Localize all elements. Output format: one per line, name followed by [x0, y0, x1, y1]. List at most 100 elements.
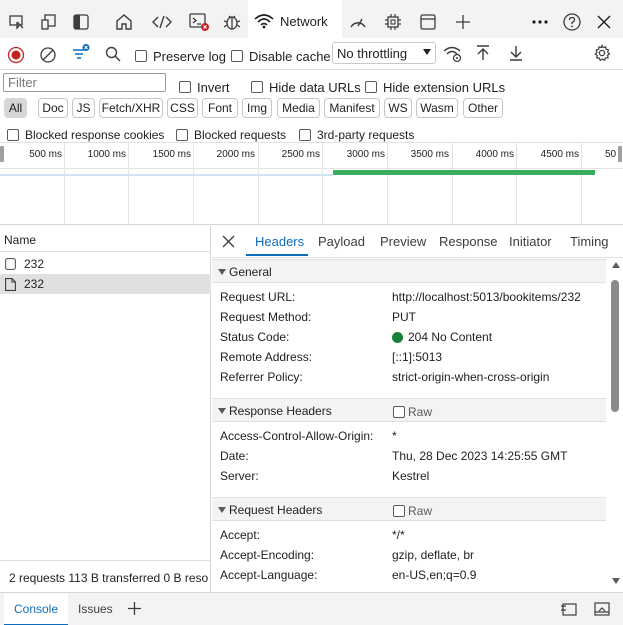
invert-option[interactable]: Invert — [179, 77, 230, 97]
disable-cache-checkbox[interactable] — [231, 50, 243, 62]
tab-payload[interactable]: Payload — [318, 234, 365, 249]
inspect-icon[interactable] — [5, 10, 29, 34]
request-headers-section-header[interactable]: Request Headers Raw — [212, 497, 606, 521]
type-filter-other[interactable]: Other — [463, 98, 503, 118]
blocked-requests-option[interactable]: Blocked requests — [176, 125, 286, 145]
header-key: Access-Control-Allow-Origin: — [220, 429, 374, 443]
type-filter-ws[interactable]: WS — [384, 98, 412, 118]
timeline-tick-label: 500 ms — [29, 149, 62, 160]
network-conditions-icon[interactable] — [443, 44, 463, 64]
more-icon[interactable] — [528, 10, 552, 34]
invert-checkbox[interactable] — [179, 81, 191, 93]
type-filter-media[interactable]: Media — [277, 98, 320, 118]
header-value: strict-origin-when-cross-origin — [392, 370, 550, 384]
third-party-option[interactable]: 3rd-party requests — [299, 125, 414, 145]
timeline-gridline — [387, 143, 388, 225]
help-icon[interactable] — [560, 10, 584, 34]
record-button[interactable] — [7, 45, 25, 65]
toggle-drawer-icon[interactable] — [593, 601, 611, 617]
header-key: Remote Address: — [220, 350, 313, 364]
memory-icon[interactable] — [381, 10, 405, 34]
device-emulation-icon[interactable] — [37, 10, 61, 34]
blocked-cookies-checkbox[interactable] — [7, 129, 19, 141]
request-row[interactable]: 232 — [0, 254, 211, 274]
preserve-log-option[interactable]: Preserve log — [135, 46, 226, 66]
request-raw-checkbox[interactable] — [393, 505, 405, 517]
scrollbar-thumb[interactable] — [611, 280, 619, 412]
type-filter-font[interactable]: Font — [202, 98, 238, 118]
type-filter-fetch-xhr[interactable]: Fetch/XHR — [99, 98, 163, 118]
status-success-icon — [392, 331, 403, 343]
invert-label: Invert — [197, 79, 230, 95]
timeline-tick-label: 1500 ms — [152, 149, 191, 160]
welcome-home-icon[interactable] — [112, 10, 136, 34]
timeline-tick-label: 50 — [605, 149, 617, 160]
network-toolbar: Preserve log Disable cache — [0, 38, 623, 70]
timeline-gridline — [516, 143, 517, 225]
timeline-overview[interactable]: 500 ms 1000 ms 1500 ms 2000 ms 2500 ms 3… — [0, 143, 623, 225]
console-icon[interactable] — [187, 10, 211, 34]
request-raw-option[interactable]: Raw — [393, 504, 432, 518]
search-icon[interactable] — [104, 44, 122, 64]
blocked-cookies-option[interactable]: Blocked response cookies — [7, 125, 164, 145]
response-headers-section-header[interactable]: Response Headers Raw — [212, 398, 606, 422]
type-filter-css[interactable]: CSS — [167, 98, 198, 118]
type-filter-doc[interactable]: Doc — [38, 98, 68, 118]
general-section-header[interactable]: General — [212, 259, 606, 283]
filter-toggle-icon[interactable] — [71, 43, 91, 63]
export-har-icon[interactable] — [508, 43, 524, 63]
dock-drawer-icon[interactable] — [560, 601, 578, 617]
drawer-tab-console[interactable]: Console — [4, 593, 68, 625]
type-filter-img[interactable]: Img — [242, 98, 272, 118]
add-tool-icon[interactable] — [451, 10, 475, 34]
drawer-tab-issues[interactable]: Issues — [78, 602, 113, 616]
application-icon[interactable] — [416, 10, 440, 34]
tab-timing[interactable]: Timing — [570, 234, 609, 249]
header-key: Status Code: — [220, 330, 290, 344]
import-har-icon[interactable] — [475, 43, 491, 63]
throttling-value: No throttling — [337, 45, 408, 61]
type-filter-js[interactable]: JS — [72, 98, 95, 118]
filter-input[interactable] — [3, 73, 166, 92]
throttling-select[interactable]: No throttling — [332, 42, 436, 64]
timeline-divider — [0, 168, 623, 169]
type-filter-wasm[interactable]: Wasm — [416, 98, 458, 118]
preserve-log-checkbox[interactable] — [135, 50, 147, 62]
timeline-right-handle[interactable] — [618, 146, 622, 162]
hide-data-urls-checkbox[interactable] — [251, 81, 263, 93]
request-row-selected[interactable]: 232 — [0, 274, 211, 294]
tab-headers[interactable]: Headers — [255, 234, 304, 249]
sources-bug-icon[interactable] — [220, 10, 244, 34]
type-filter-all[interactable]: All — [4, 98, 27, 118]
type-filter-manifest[interactable]: Manifest — [324, 98, 380, 118]
header-value: * — [392, 429, 397, 443]
clear-icon[interactable] — [39, 45, 57, 65]
blocked-requests-checkbox[interactable] — [176, 129, 188, 141]
hide-extension-urls-option[interactable]: Hide extension URLs — [365, 77, 505, 97]
request-file-icon — [5, 258, 16, 270]
response-raw-checkbox[interactable] — [393, 406, 405, 418]
tab-response[interactable]: Response — [439, 234, 498, 249]
triangle-down-icon — [218, 507, 226, 513]
name-column-header[interactable]: Name — [0, 226, 211, 252]
timeline-left-handle[interactable] — [0, 146, 4, 162]
third-party-checkbox[interactable] — [299, 129, 311, 141]
settings-gear-icon[interactable] — [593, 43, 611, 63]
hide-data-urls-option[interactable]: Hide data URLs — [251, 77, 361, 97]
disable-cache-option[interactable]: Disable cache — [231, 46, 331, 66]
response-raw-option[interactable]: Raw — [393, 405, 432, 419]
network-wifi-icon — [254, 13, 274, 29]
elements-icon[interactable] — [150, 10, 174, 34]
tab-preview[interactable]: Preview — [380, 234, 426, 249]
performance-icon[interactable] — [346, 10, 370, 34]
details-scrollbar[interactable] — [609, 258, 623, 592]
close-icon[interactable] — [592, 10, 616, 34]
add-drawer-tool-icon[interactable] — [127, 601, 142, 616]
dock-icon[interactable] — [69, 10, 93, 34]
blocked-requests-label: Blocked requests — [194, 128, 287, 142]
close-details-icon[interactable] — [222, 235, 235, 248]
timeline-gridline — [581, 143, 582, 225]
tab-initiator[interactable]: Initiator — [509, 234, 552, 249]
filter-bar: Invert Hide data URLs Hide extension URL… — [0, 70, 623, 96]
hide-extension-urls-checkbox[interactable] — [365, 81, 377, 93]
